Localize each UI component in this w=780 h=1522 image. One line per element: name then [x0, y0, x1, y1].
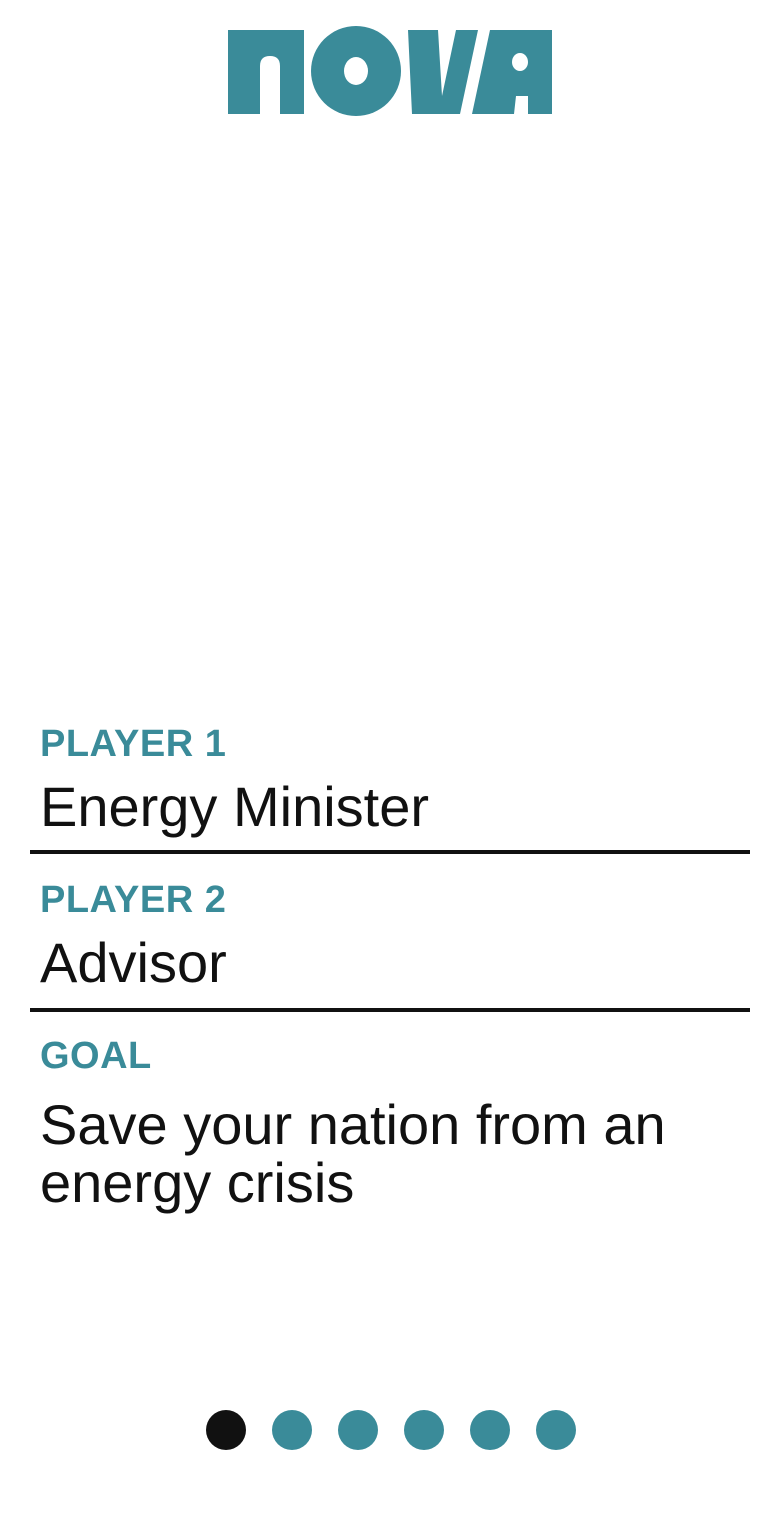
- player1-label: PLAYER 1: [40, 723, 227, 765]
- player2-label: PLAYER 2: [40, 879, 227, 921]
- player1-section: PLAYER 1 Energy Minister: [30, 718, 750, 854]
- goal-text: Save your nation from an energy crisis: [40, 1093, 666, 1214]
- player2-section: PLAYER 2 Advisor: [30, 854, 750, 1012]
- page-dot-1[interactable]: [206, 1410, 246, 1450]
- player1-role: Energy Minister: [40, 775, 430, 838]
- page-dot-6[interactable]: [536, 1410, 576, 1450]
- page-dot-3[interactable]: [338, 1410, 378, 1450]
- goal-label: GOAL: [40, 1035, 152, 1077]
- page-dot-2[interactable]: [272, 1410, 312, 1450]
- player2-role: Advisor: [40, 931, 227, 994]
- page-dot-5[interactable]: [470, 1410, 510, 1450]
- page-dot-4[interactable]: [404, 1410, 444, 1450]
- role-info: PLAYER 1 Energy Minister PLAYER 2 Adviso…: [30, 718, 750, 1212]
- goal-section: GOAL Save your nation from an energy cri…: [30, 1012, 750, 1212]
- page-indicator: [206, 1410, 576, 1450]
- nova-logo: [228, 26, 552, 116]
